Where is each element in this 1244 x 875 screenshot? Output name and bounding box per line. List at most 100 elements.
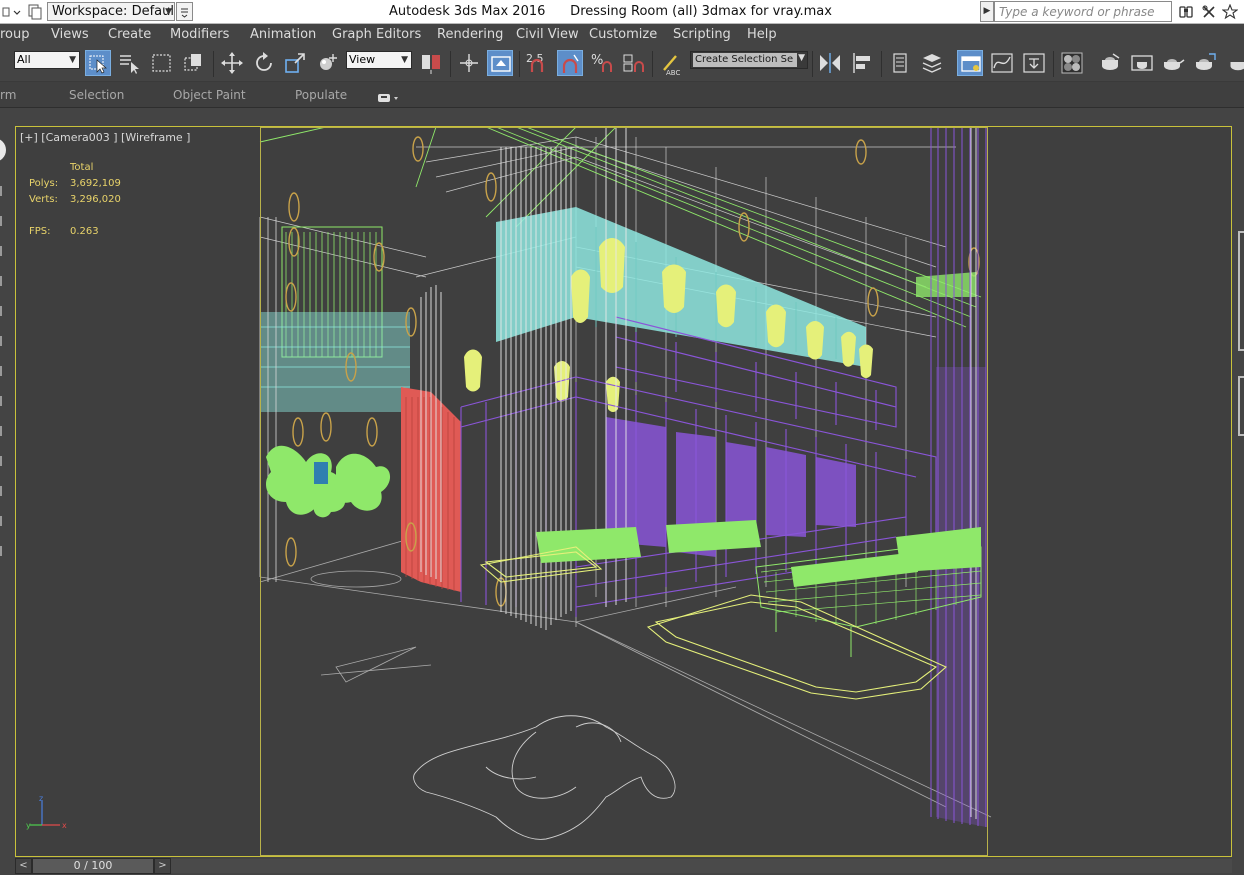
reference-coordinate-dropdown[interactable]: View ▼	[346, 51, 412, 69]
strip-button[interactable]	[0, 456, 8, 466]
render-production-icon[interactable]	[1161, 50, 1187, 76]
ribbon-options-icon[interactable]	[377, 89, 401, 102]
chevron-down-icon: ▼	[401, 55, 408, 65]
ribbon-tab-object-paint[interactable]: Object Paint	[173, 88, 246, 102]
workspace-label: Workspace: Default	[52, 4, 175, 19]
select-manipulate-icon[interactable]	[456, 50, 482, 76]
polys-label: Polys:	[29, 178, 59, 189]
window-menu-icon[interactable]	[2, 4, 11, 18]
strip-button[interactable]	[0, 216, 8, 226]
place-icon[interactable]	[315, 50, 341, 76]
fps-value: 0.263	[70, 226, 99, 237]
strip-button[interactable]	[0, 276, 8, 286]
svg-text:z: z	[39, 795, 43, 803]
use-pivot-icon[interactable]	[418, 50, 444, 76]
svg-text:%: %	[591, 53, 603, 68]
strip-button[interactable]	[0, 396, 8, 406]
rotate-icon[interactable]	[251, 50, 277, 76]
strip-button[interactable]	[0, 336, 8, 346]
binoculars-icon[interactable]	[1178, 4, 1194, 20]
menu-create[interactable]: Create	[108, 27, 151, 42]
next-frame-button[interactable]: >	[154, 858, 171, 874]
toolbar-separator	[1053, 51, 1054, 77]
layer-manager-icon[interactable]	[887, 50, 913, 76]
percent-snap-icon[interactable]: %	[589, 50, 615, 76]
svg-text:y: y	[26, 821, 31, 830]
ribbon-tab-selection[interactable]: Selection	[69, 88, 124, 102]
menu-views[interactable]: Views	[51, 27, 89, 42]
down-arrow-icon[interactable]	[13, 4, 21, 18]
select-by-name-icon[interactable]	[117, 50, 143, 76]
strip-button[interactable]	[0, 366, 8, 376]
scale-icon[interactable]	[283, 50, 309, 76]
verts-label: Verts:	[29, 194, 58, 205]
menu-animation[interactable]: Animation	[250, 27, 316, 42]
viewport-layout-tab[interactable]	[0, 138, 6, 162]
schematic-view-icon[interactable]	[1021, 50, 1047, 76]
prev-frame-button[interactable]: <	[15, 858, 32, 874]
strip-button[interactable]	[0, 516, 8, 526]
app-window: Workspace: Default ▼ Autodesk 3ds Max 20…	[0, 0, 1244, 875]
strip-button[interactable]	[0, 186, 8, 196]
menu-bar: roup Views Create Modifiers Animation Gr…	[0, 24, 1244, 45]
ribbon-tab-populate[interactable]: Populate	[295, 88, 347, 102]
ribbon-tab-freeform[interactable]: rm	[0, 88, 16, 102]
menu-customize[interactable]: Customize	[589, 27, 657, 42]
select-object-icon[interactable]	[85, 50, 111, 76]
render-iterative-icon[interactable]	[1193, 50, 1219, 76]
search-input[interactable]	[994, 1, 1172, 22]
edit-named-selection-icon[interactable]: ABC	[658, 50, 684, 77]
rect-region-icon[interactable]	[149, 50, 175, 76]
quick-access-icon[interactable]	[27, 4, 42, 20]
tools-icon[interactable]	[1201, 4, 1217, 20]
menu-rendering[interactable]: Rendering	[437, 27, 503, 42]
align-icon[interactable]	[849, 50, 875, 76]
title-bar: Workspace: Default ▼ Autodesk 3ds Max 20…	[0, 0, 1244, 24]
active-shade-icon[interactable]	[1225, 50, 1244, 76]
menu-scripting[interactable]: Scripting	[673, 27, 731, 42]
strip-button[interactable]	[0, 486, 8, 496]
camera-viewport[interactable]: [+] [Camera003 ] [Wireframe ] Total Poly…	[15, 126, 1232, 857]
search-expand-button[interactable]: ▶	[980, 1, 994, 22]
move-icon[interactable]	[219, 50, 245, 76]
snap-toggle-icon[interactable]: 2.5	[524, 50, 550, 76]
command-panel-handle[interactable]	[1238, 231, 1244, 351]
right-command-strip	[1234, 126, 1244, 857]
toggle-ribbon-icon[interactable]	[957, 50, 983, 76]
menu-help[interactable]: Help	[747, 27, 777, 42]
curve-editor-icon[interactable]	[989, 50, 1015, 76]
window-title: Autodesk 3ds Max 2016 Dressing Room (all…	[389, 4, 832, 19]
keyboard-shortcut-override-icon[interactable]	[487, 50, 513, 76]
strip-button[interactable]	[0, 546, 8, 556]
workspace-menu-button[interactable]	[176, 2, 193, 21]
angle-snap-icon[interactable]	[557, 50, 583, 76]
toolbar-separator	[812, 51, 813, 77]
menu-graph-editors[interactable]: Graph Editors	[332, 27, 421, 42]
mirror-tool-icon[interactable]	[817, 50, 843, 76]
selection-filter-dropdown[interactable]: All ▼	[14, 51, 80, 69]
strip-button[interactable]	[0, 246, 8, 256]
time-slider[interactable]: 0 / 100	[32, 858, 154, 874]
viewport-label[interactable]: [+] [Camera003 ] [Wireframe ]	[20, 131, 190, 144]
command-panel-handle[interactable]	[1238, 376, 1244, 436]
material-editor-icon[interactable]	[1059, 50, 1085, 76]
rendered-frame-icon[interactable]	[1129, 50, 1155, 76]
menu-modifiers[interactable]: Modifiers	[170, 27, 229, 42]
named-selection-dropdown[interactable]: Create Selection Se ▼	[690, 51, 808, 69]
chevron-down-icon: ▼	[165, 7, 172, 17]
verts-value: 3,296,020	[70, 194, 121, 205]
strip-button[interactable]	[0, 426, 8, 436]
chevron-down-icon: ▼	[69, 55, 76, 65]
spinner-snap-icon[interactable]	[621, 50, 647, 76]
strip-button[interactable]	[0, 306, 8, 316]
menu-group[interactable]: roup	[0, 27, 30, 42]
window-crossing-icon[interactable]	[181, 50, 207, 76]
scene-explorer-icon[interactable]	[919, 50, 945, 76]
svg-text:ABC: ABC	[666, 69, 680, 76]
menu-civil-view[interactable]: Civil View	[516, 27, 579, 42]
star-icon[interactable]	[1221, 3, 1239, 20]
toolbar-separator	[450, 51, 451, 77]
time-track[interactable]	[171, 859, 1232, 873]
render-setup-icon[interactable]	[1097, 50, 1123, 76]
workspace-dropdown[interactable]: Workspace: Default ▼	[47, 2, 175, 21]
